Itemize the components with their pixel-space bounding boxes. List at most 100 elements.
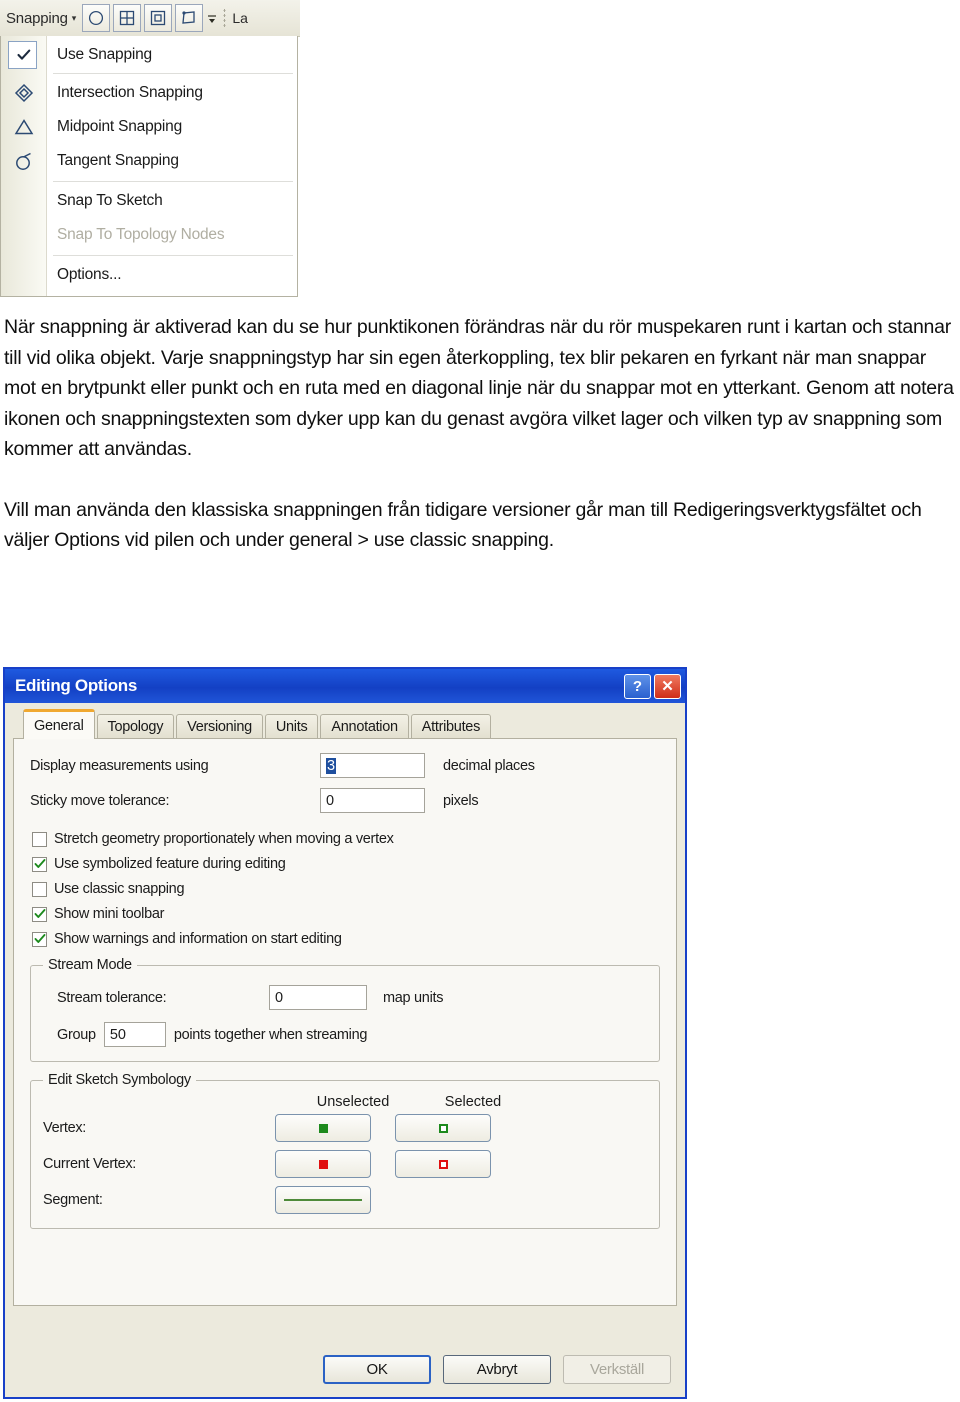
tab-attributes[interactable]: Attributes [410,714,492,739]
menu-item-tangent-snapping[interactable]: Tangent Snapping [1,144,299,178]
menu-item-snap-to-sketch[interactable]: Snap To Sketch [1,184,299,218]
menu-item-label: Use Snapping [57,46,152,63]
menu-item-label: Snap To Sketch [57,192,163,209]
toolbar-next-label: La [232,10,248,26]
checkbox-label: Use symbolized feature during editing [54,856,286,872]
toolbar-drag-handle[interactable] [223,8,227,28]
no-icon [1,218,46,252]
red-hollow-square-icon [438,1159,448,1169]
tab-units[interactable]: Units [264,714,319,739]
diamond-icon [1,76,46,110]
menu-item-label: Midpoint Snapping [57,118,182,135]
tab-annotation[interactable]: Annotation [320,714,409,739]
display-measurements-row: Display measurements using 3 decimal pla… [30,753,660,778]
symbology-row-segment: Segment: [43,1186,647,1214]
paragraph-2: Vill man använda den klassiska snappning… [4,498,922,552]
box-snap-icon[interactable] [144,4,173,32]
checkbox-label: Show mini toolbar [54,906,165,922]
tab-versioning[interactable]: Versioning [176,714,263,739]
menu-item-midpoint-snapping[interactable]: Midpoint Snapping [1,110,299,144]
chevron-down-icon[interactable]: ▾ [72,13,77,24]
triangle-icon [1,110,46,144]
stream-mode-legend: Stream Mode [48,957,132,973]
toolbar-overflow-icon[interactable] [207,5,217,31]
tab-topology[interactable]: Topology [96,714,175,739]
document-body-text: När snappning är aktiverad kan du se hur… [4,312,956,586]
help-icon[interactable]: ? [624,673,651,699]
checkbox-stretch-geometry[interactable]: Stretch geometry proportionately when mo… [32,831,660,847]
checkbox-box [32,906,47,922]
checkbox-show-warnings[interactable]: Show warnings and information on start e… [32,931,660,947]
snapping-screenshot: Snapping ▾ La Use Snapping Intersection … [0,0,300,298]
menu-item-label: Snap To Topology Nodes [57,226,225,243]
decimal-places-unit: decimal places [443,757,535,774]
decimal-places-input[interactable]: 3 [320,753,425,778]
apply-button: Verkställ [563,1354,671,1384]
checkbox-label: Stretch geometry proportionately when mo… [54,831,394,847]
checkbox-box [32,831,47,847]
decimal-places-value: 3 [326,757,337,774]
menu-separator [53,73,293,74]
menu-item-label: Options... [57,266,122,283]
snapping-menu-button[interactable]: Snapping [0,10,68,27]
vertex-unselected-symbol-button[interactable] [275,1114,371,1142]
stream-tolerance-row: Stream tolerance: 0 map units [57,985,647,1010]
current-vertex-unselected-symbol-button[interactable] [275,1150,371,1178]
segment-symbol-button[interactable] [275,1186,371,1214]
polygon-snap-icon[interactable] [175,4,204,32]
dialog-title-buttons: ? ✕ [624,673,681,699]
checkbox-use-classic-snapping[interactable]: Use classic snapping [32,881,660,897]
dialog-body: General Topology Versioning Units Annota… [5,703,685,1397]
dialog-tabs: General Topology Versioning Units Annota… [13,709,677,739]
menu-separator [53,255,293,256]
cancel-button[interactable]: Avbryt [443,1354,551,1384]
vertex-selected-symbol-button[interactable] [395,1114,491,1142]
stream-group-row: Group 50 points together when streaming [57,1022,647,1047]
dialog-title-bar[interactable]: Editing Options ? ✕ [5,669,685,703]
snapping-dropdown-menu: Use Snapping Intersection Snapping Midpo… [0,36,298,297]
red-filled-square-icon [318,1159,328,1169]
menu-item-intersection-snapping[interactable]: Intersection Snapping [1,76,299,110]
dialog-button-bar: OK Avbryt Verkställ [5,1341,685,1397]
checkbox-box [32,856,47,872]
tangent-circle-icon [1,144,46,178]
sticky-move-tolerance-row: Sticky move tolerance: 0 pixels [30,788,660,813]
symbology-column-headers: Unselected Selected [293,1094,647,1110]
checkbox-use-symbolized-feature[interactable]: Use symbolized feature during editing [32,856,660,872]
stream-tolerance-input[interactable]: 0 [269,985,367,1010]
current-vertex-selected-symbol-button[interactable] [395,1150,491,1178]
no-icon [1,184,46,218]
snapping-toolbar: Snapping ▾ La [0,0,300,37]
check-icon [34,909,45,918]
stream-group-prefix: Group [57,1026,96,1043]
circle-snap-icon[interactable] [82,4,111,32]
menu-item-snap-to-topology-nodes: Snap To Topology Nodes [1,218,299,252]
check-icon [34,934,45,943]
grid-snap-icon[interactable] [113,4,142,32]
green-hollow-square-icon [438,1123,448,1133]
editing-options-dialog: Editing Options ? ✕ General Topology Ver… [3,667,687,1399]
close-icon[interactable]: ✕ [654,673,681,699]
edit-sketch-symbology-legend: Edit Sketch Symbology [48,1072,191,1088]
current-vertex-label: Current Vertex: [43,1156,137,1172]
dialog-title: Editing Options [15,676,138,695]
ok-button[interactable]: OK [323,1354,431,1384]
sticky-move-tolerance-input[interactable]: 0 [320,788,425,813]
paragraph-1: När snappning är aktiverad kan du se hur… [4,316,954,460]
sticky-move-tolerance-unit: pixels [443,792,479,809]
sticky-move-tolerance-label: Sticky move tolerance: [30,792,170,809]
vertex-label: Vertex: [43,1120,87,1136]
check-icon [1,38,46,72]
checkbox-show-mini-toolbar[interactable]: Show mini toolbar [32,906,660,922]
menu-item-use-snapping[interactable]: Use Snapping [1,38,299,72]
menu-item-options[interactable]: Options... [1,258,299,292]
edit-sketch-symbology-group: Edit Sketch Symbology Unselected Selecte… [30,1072,660,1229]
green-line-icon [284,1199,362,1201]
tab-general[interactable]: General [23,709,95,739]
sticky-move-tolerance-value: 0 [326,792,335,809]
stream-group-input[interactable]: 50 [103,1022,166,1047]
stream-group-value: 50 [109,1026,126,1043]
symbology-row-vertex: Vertex: [43,1114,647,1142]
checkbox-box [32,881,47,897]
menu-item-label: Tangent Snapping [57,152,179,169]
